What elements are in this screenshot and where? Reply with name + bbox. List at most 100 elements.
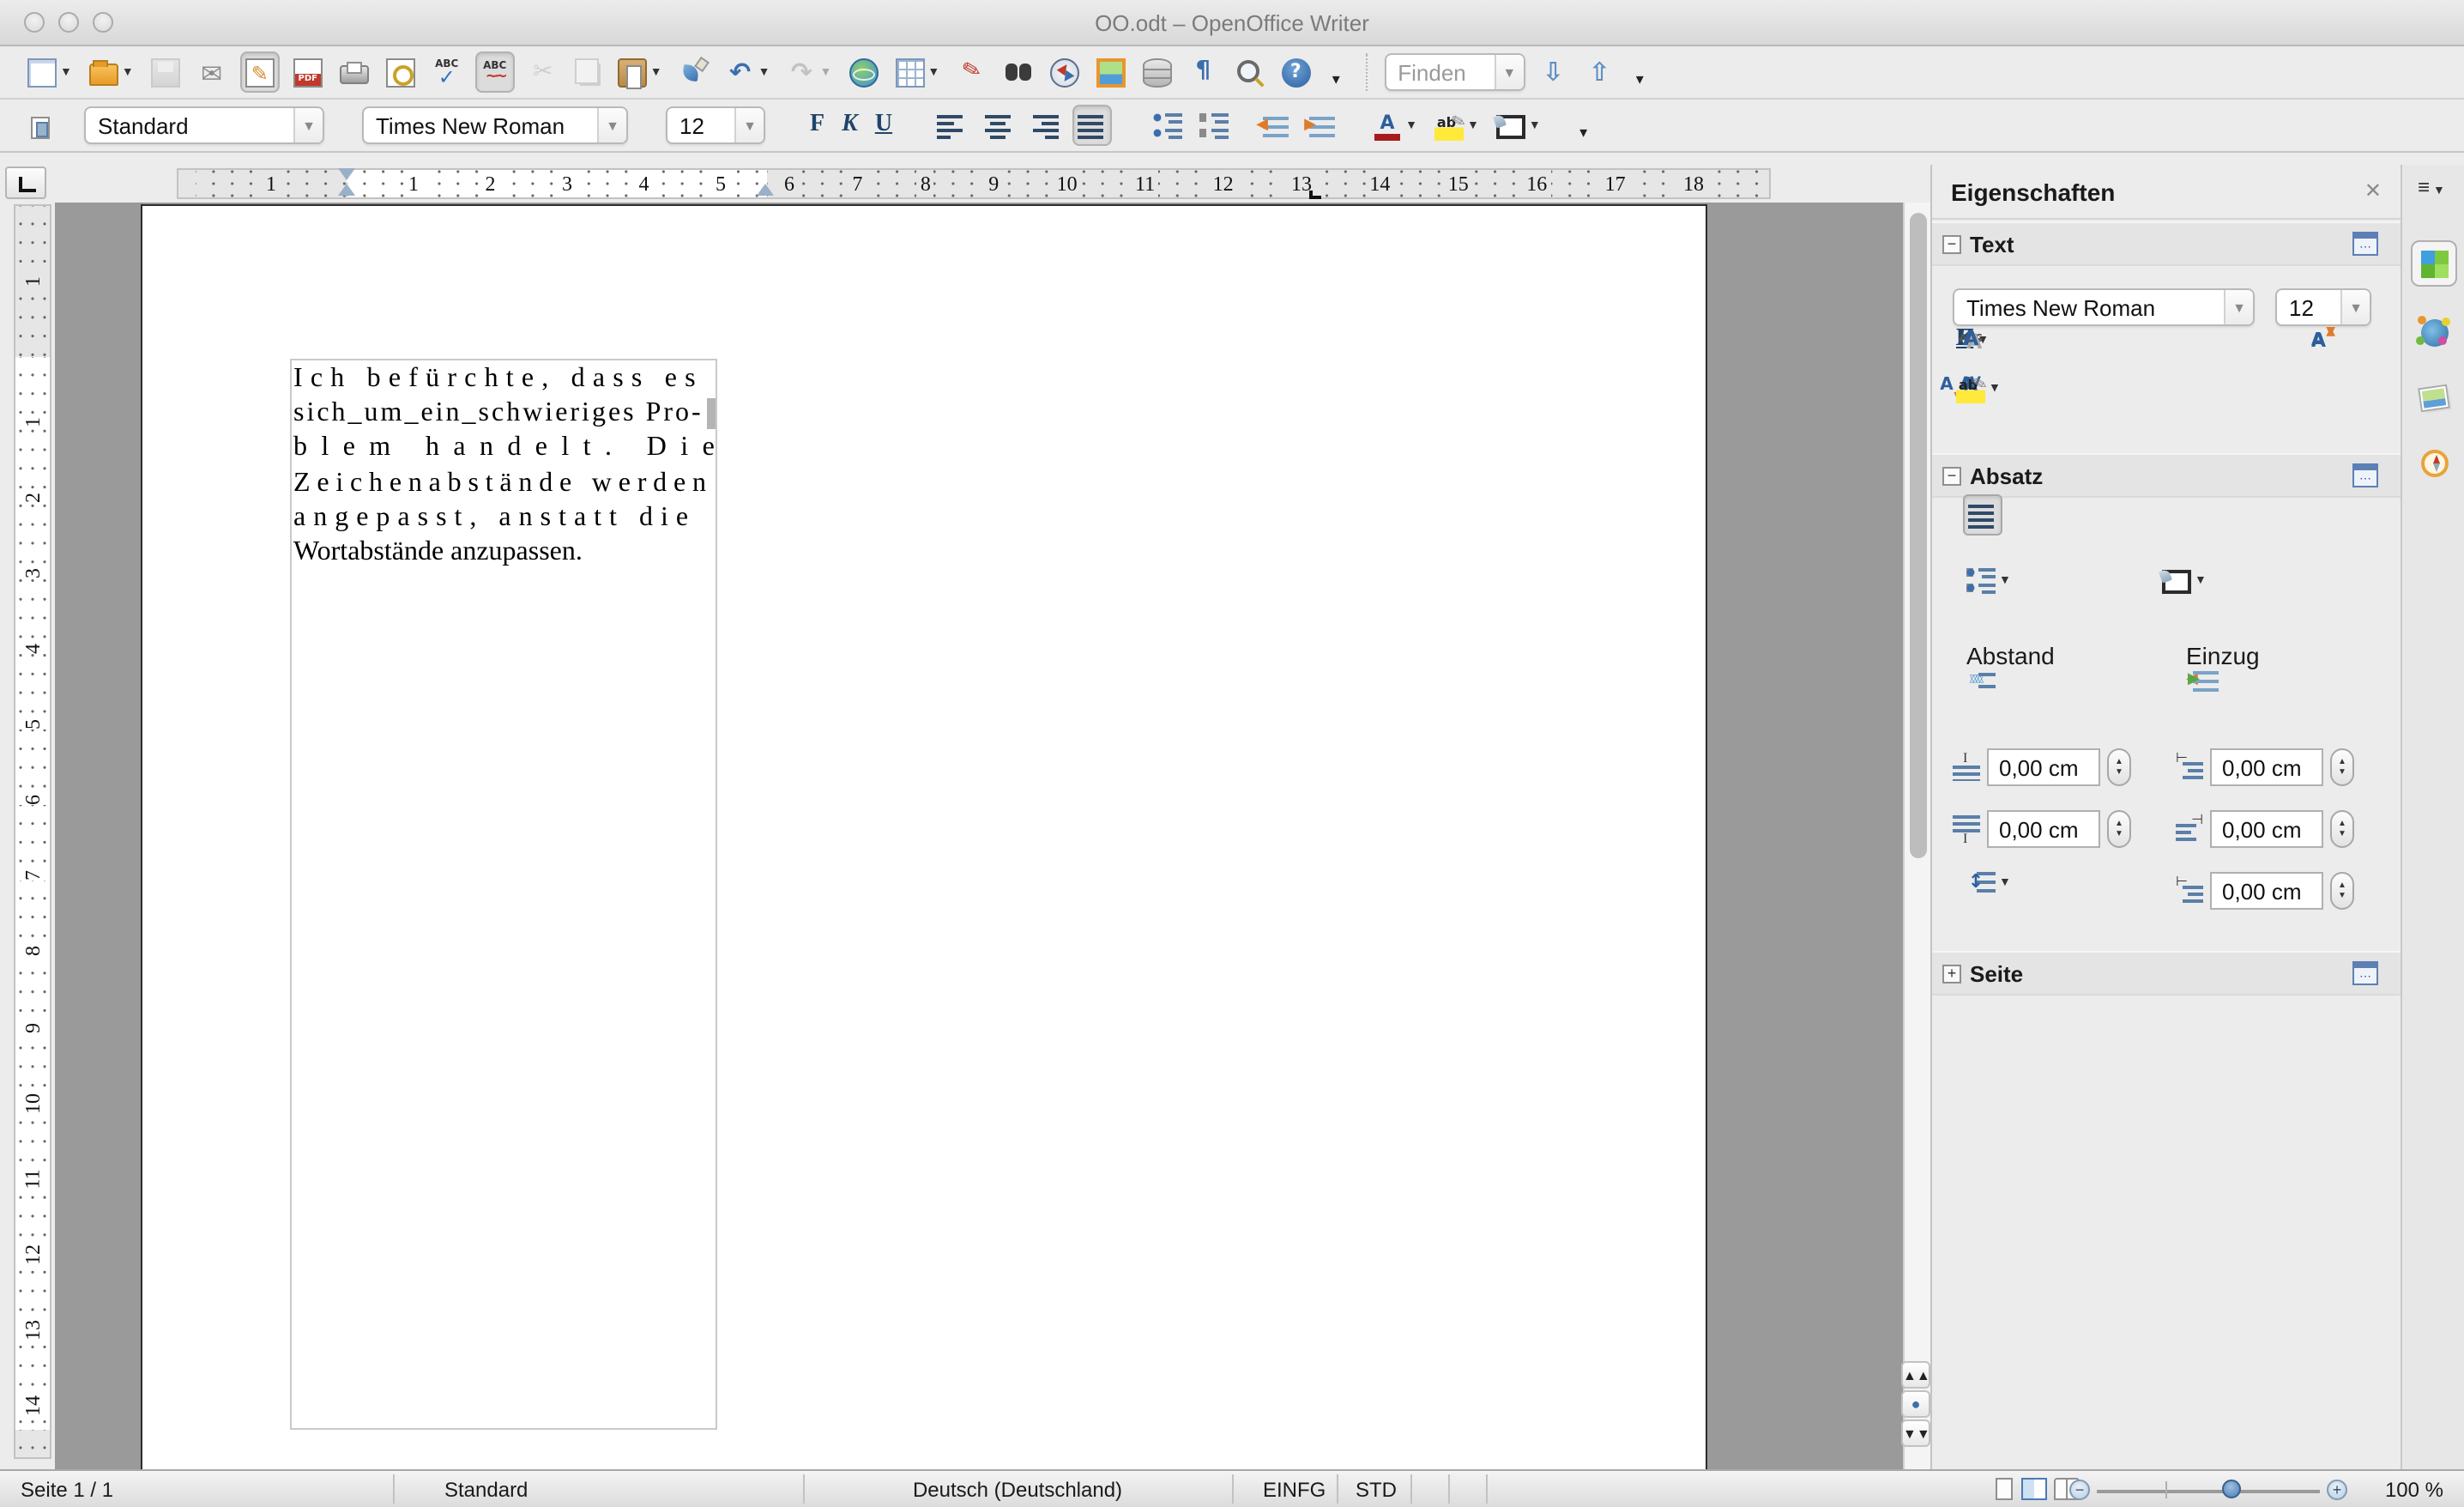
find-replace-button[interactable]	[999, 51, 1036, 93]
chevron-down-icon[interactable]: ▼	[1467, 119, 1479, 131]
zoom-slider-track[interactable]	[2097, 1489, 2320, 1492]
find-next-button[interactable]	[1535, 51, 1571, 93]
email-document-button[interactable]	[194, 51, 230, 93]
sidebar-tab-properties[interactable]	[2411, 240, 2457, 287]
find-overflow-button[interactable]	[1628, 51, 1652, 93]
bullet-list-button[interactable]	[1196, 105, 1232, 146]
cut-button[interactable]	[525, 51, 561, 93]
autospellcheck-button[interactable]	[474, 51, 515, 93]
indent-before-field-stepper[interactable]: ▲ ▼	[2330, 748, 2354, 786]
sidebar-font-name-combobox[interactable]: Times New Roman ▼	[1953, 288, 2255, 326]
paragraph-section-header[interactable]: − Absatz ⋯	[1932, 453, 2402, 498]
align-center-button[interactable]	[980, 105, 1016, 146]
background-color-button[interactable]: ▼	[1493, 105, 1544, 146]
spacing-above-field-stepper[interactable]: ▲ ▼	[2107, 748, 2131, 786]
save-button[interactable]	[148, 51, 184, 93]
formatting-marks-button[interactable]	[1185, 51, 1221, 93]
document-text[interactable]: Ich befürchte, dass es sich_um_ein_schwie…	[293, 362, 717, 570]
numbered-list-button[interactable]	[1150, 105, 1186, 146]
document-page[interactable]: Ich befürchte, dass es sich_um_ein_schwie…	[141, 204, 1707, 1469]
indent-after-field-stepper[interactable]: ▲ ▼	[2330, 810, 2354, 848]
highlighting-button[interactable]: ▼	[1429, 105, 1483, 146]
zoom-level-indicator[interactable]: 100 %	[2364, 1478, 2443, 1502]
tab-type-selector-button[interactable]	[5, 166, 46, 199]
collapse-paragraph-section-icon[interactable]: −	[1942, 467, 1961, 486]
chevron-down-icon[interactable]: ▼	[2340, 290, 2370, 324]
find-combobox[interactable]: Finden ▼	[1384, 53, 1525, 91]
font-name-combobox[interactable]: Times New Roman ▼	[362, 106, 628, 144]
zoom-button[interactable]	[1231, 51, 1267, 93]
align-justify-button[interactable]	[1072, 105, 1113, 146]
copy-button[interactable]	[571, 51, 604, 93]
first-line-indent-marker[interactable]	[338, 168, 355, 180]
text-line[interactable]: blem handelt. Die	[293, 432, 717, 466]
line-spacing-button[interactable]: ▼	[1956, 862, 2014, 903]
format-paintbrush-button[interactable]	[676, 51, 712, 93]
page-section-header[interactable]: + Seite ⋯	[1932, 951, 2402, 996]
font-color-button[interactable]: ▼	[1369, 105, 1421, 146]
open-button[interactable]: ▼	[86, 51, 137, 93]
tab-stop-marker[interactable]	[1309, 191, 1321, 199]
italic-button[interactable]: K	[838, 105, 861, 146]
data-sources-button[interactable]	[1138, 51, 1175, 93]
sidebar-close-icon[interactable]: ✕	[2364, 179, 2382, 203]
help-button[interactable]	[1277, 51, 1314, 93]
paragraph-style-combobox[interactable]: Standard ▼	[84, 106, 324, 144]
spellcheck-button[interactable]	[429, 51, 465, 93]
vertical-scrollbar-thumb[interactable]	[1909, 213, 1926, 858]
chevron-down-icon[interactable]: ▼	[122, 66, 134, 78]
draw-functions-button[interactable]	[953, 51, 989, 93]
text-line[interactable]: Ich befürchte, dass es	[293, 362, 717, 396]
sidebar-shadow-button[interactable]	[1953, 319, 1989, 360]
spacing-below-field-stepper[interactable]: ▲ ▼	[2107, 810, 2131, 848]
sidebar-numbered-list-button[interactable]: ▼	[1963, 560, 2014, 601]
sidebar-highlighting-button[interactable]: ▼	[1951, 367, 2004, 409]
right-indent-marker[interactable]	[757, 184, 774, 196]
indent-firstline-field[interactable]: 0,00 cm	[2210, 872, 2323, 910]
text-line[interactable]: sich_um_ein_schwieriges Pro-	[293, 396, 717, 431]
decrease-indent-button[interactable]	[1256, 105, 1292, 146]
bold-button[interactable]: F	[806, 105, 828, 146]
title-bar[interactable]: OO.odt – OpenOffice Writer	[0, 0, 2464, 46]
decrease-spacing-button[interactable]	[1956, 659, 1999, 700]
align-left-button[interactable]	[933, 105, 969, 146]
page-dialog-launcher-icon[interactable]: ⋯	[2352, 961, 2378, 985]
increase-indent-button[interactable]	[1302, 105, 1338, 146]
paragraph-dialog-launcher-icon[interactable]: ⋯	[2352, 463, 2378, 487]
indent-after-field[interactable]: 0,00 cm	[2210, 810, 2323, 848]
align-right-button[interactable]	[1026, 105, 1062, 146]
next-page-button[interactable]: ▼▼	[1901, 1419, 1930, 1447]
export-pdf-button[interactable]	[290, 51, 326, 93]
navigation-object-button[interactable]: ●	[1901, 1390, 1930, 1418]
print-button[interactable]	[336, 51, 372, 93]
text-dialog-launcher-icon[interactable]: ⋯	[2352, 232, 2378, 256]
left-indent-marker[interactable]	[338, 184, 355, 196]
chevron-down-icon[interactable]: ▼	[293, 108, 323, 142]
page-preview-button[interactable]	[383, 51, 419, 93]
text-line[interactable]: Zeichenabstände werden	[293, 466, 717, 500]
hanging-indent-button[interactable]	[2186, 659, 2222, 700]
indent-before-field[interactable]: 0,00 cm	[2210, 748, 2323, 786]
spacing-below-field[interactable]: 0,00 cm	[1987, 810, 2100, 848]
chevron-down-icon[interactable]: ▼	[650, 66, 662, 78]
text-section-header[interactable]: − Text ⋯	[1932, 221, 2402, 266]
indent-firstline-field-stepper[interactable]: ▲ ▼	[2330, 872, 2354, 910]
sidebar-tab-navigator[interactable]	[2411, 439, 2457, 486]
toolbar-overflow-button[interactable]	[1324, 51, 1348, 93]
paste-button[interactable]: ▼	[614, 51, 666, 93]
text-line[interactable]: Wortabstände anzupassen.	[293, 536, 717, 570]
collapse-text-section-icon[interactable]: −	[1942, 235, 1961, 254]
underline-button[interactable]: U	[872, 105, 896, 146]
chevron-down-icon[interactable]: ▼	[820, 66, 832, 78]
redo-button[interactable]: ▼	[784, 51, 836, 93]
page-style-indicator[interactable]: Standard	[444, 1478, 528, 1502]
chevron-down-icon[interactable]: ▼	[1494, 55, 1524, 89]
hyperlink-button[interactable]	[845, 51, 881, 93]
fill-format-button[interactable]	[24, 105, 53, 146]
shrink-font-button[interactable]	[2303, 319, 2339, 360]
navigator-button[interactable]	[1046, 51, 1082, 93]
insert-table-button[interactable]: ▼	[891, 51, 943, 93]
zoom-slider-thumb[interactable]	[2222, 1480, 2241, 1498]
zoom-out-button[interactable]: −	[2069, 1480, 2090, 1500]
sidebar-align-justify-button[interactable]	[1963, 494, 2002, 536]
